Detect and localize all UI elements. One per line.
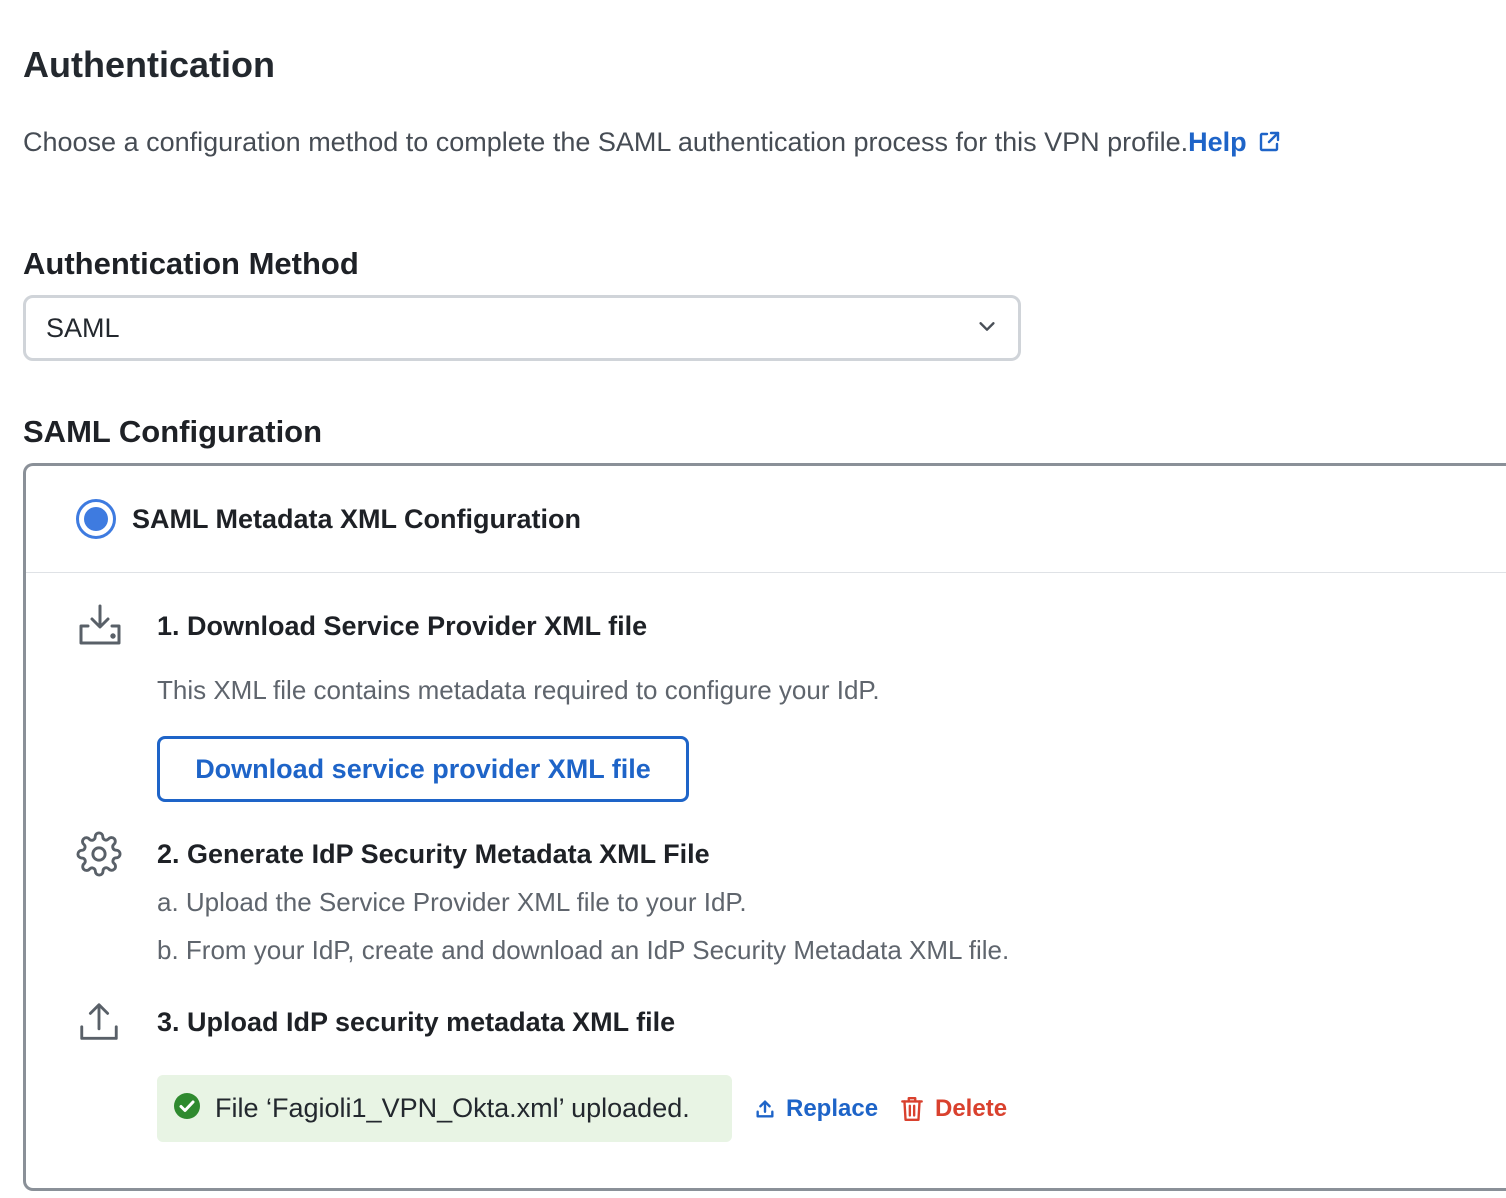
external-link-icon [1257, 125, 1281, 165]
step-1-description: This XML file contains metadata required… [157, 675, 880, 705]
check-circle-icon [173, 1092, 201, 1125]
auth-method-label: Authentication Method [23, 246, 359, 281]
help-link-label: Help [1188, 127, 1247, 157]
step-3-title: 3. Upload IdP security metadata XML file [157, 1007, 676, 1037]
page-description: Choose a configuration method to complet… [23, 122, 1281, 165]
upload-arrow-icon [754, 1098, 786, 1120]
upload-status-text: File ‘Fagioli1_VPN_Okta.xml’ uploaded. [215, 1093, 690, 1123]
gear-icon [76, 831, 124, 879]
trash-icon [899, 1095, 935, 1123]
step-2-line-b: b. From your IdP, create and download an… [157, 935, 1010, 965]
step-2-line-a: a. Upload the Service Provider XML file … [157, 887, 747, 917]
description-text: Choose a configuration method to complet… [23, 127, 1189, 157]
page-title: Authentication [23, 44, 275, 85]
upload-status-banner: File ‘Fagioli1_VPN_Okta.xml’ uploaded. [157, 1075, 732, 1142]
auth-method-select[interactable]: SAML [23, 295, 1021, 361]
delete-label: Delete [935, 1095, 1008, 1122]
download-sp-xml-button[interactable]: Download service provider XML file [157, 736, 689, 802]
auth-method-value: SAML [46, 312, 120, 343]
saml-config-card: SAML Metadata XML Configuration 1. Downl… [23, 463, 1506, 1191]
radio-selected-dot [84, 507, 108, 531]
upload-icon [76, 1000, 124, 1048]
help-link[interactable]: Help [1188, 127, 1281, 157]
saml-config-title: SAML Configuration [23, 414, 323, 449]
replace-button[interactable]: Replace [754, 1092, 878, 1126]
saml-metadata-radio[interactable] [76, 499, 116, 539]
step-2-title: 2. Generate IdP Security Metadata XML Fi… [157, 839, 710, 869]
saml-option-label: SAML Metadata XML Configuration [132, 503, 582, 534]
chevron-down-icon [976, 315, 998, 342]
download-tray-icon [76, 602, 124, 650]
step-1-title: 1. Download Service Provider XML file [157, 611, 648, 641]
authentication-page: Authentication Choose a configuration me… [0, 0, 1506, 1198]
delete-button[interactable]: Delete [899, 1092, 1007, 1126]
saml-option-header: SAML Metadata XML Configuration [26, 466, 1506, 573]
replace-label: Replace [786, 1095, 879, 1122]
